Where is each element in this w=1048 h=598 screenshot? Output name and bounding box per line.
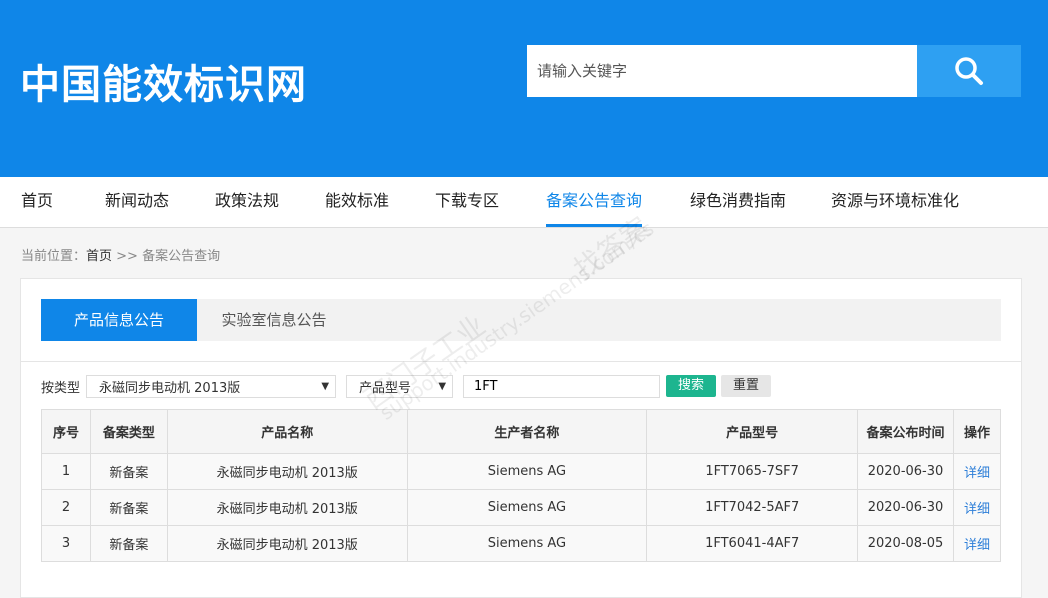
tab-lab-info[interactable]: 实验室信息公告 [197, 299, 351, 341]
table-row: 3 新备案 永磁同步电动机 2013版 Siemens AG 1FT6041-4… [41, 525, 1002, 562]
cell-date: 2020-06-30 [857, 453, 954, 490]
cell-index: 1 [41, 453, 91, 490]
cell-filing-type: 新备案 [89, 525, 168, 562]
nav-green-guide[interactable]: 绿色消费指南 [690, 177, 786, 227]
search-filter-button[interactable]: 搜索 [666, 375, 717, 397]
breadcrumb: 当前位置：首页 >> 备案公告查询 [21, 245, 220, 264]
main-nav: 首页 新闻动态 政策法规 能效标准 下载专区 备案公告查询 绿色消费指南 资源与… [0, 177, 1048, 228]
search-button[interactable] [917, 45, 1021, 97]
table-header-row: 序号 备案类型 产品名称 生产者名称 产品型号 备案公布时间 操作 [41, 409, 1002, 454]
breadcrumb-current: 备案公告查询 [142, 249, 221, 264]
nav-standards[interactable]: 能效标准 [325, 177, 389, 227]
field-select[interactable]: 产品型号 ▼ [346, 374, 454, 398]
header: 中国能效标识网 [0, 0, 1048, 177]
cell-date: 2020-08-05 [857, 525, 954, 562]
cell-date: 2020-06-30 [857, 489, 954, 526]
type-label: 按类型 [41, 380, 81, 396]
cell-action: 详细 [952, 489, 1002, 526]
cell-action: 详细 [952, 453, 1002, 490]
divider [21, 361, 1021, 362]
cell-index: 2 [41, 489, 91, 526]
breadcrumb-sep: >> [112, 249, 143, 264]
tab-bar: 产品信息公告 实验室信息公告 [41, 299, 1001, 341]
content-panel: 产品信息公告 实验室信息公告 按类型 永磁同步电动机 2013版 ▼ 产品型号 ▼ … [20, 278, 1022, 598]
detail-link[interactable]: 详细 [964, 502, 990, 517]
nav-filing-query[interactable]: 备案公告查询 [546, 177, 643, 227]
cell-filing-type: 新备案 [89, 453, 168, 490]
table-row: 2 新备案 永磁同步电动机 2013版 Siemens AG 1FT7042-5… [41, 489, 1002, 526]
cell-filing-type: 新备案 [89, 489, 168, 526]
detail-link[interactable]: 详细 [964, 538, 990, 553]
nav-home[interactable]: 首页 [21, 177, 53, 227]
col-filing-type: 备案类型 [89, 409, 168, 454]
type-select[interactable]: 永磁同步电动机 2013版 ▼ [86, 374, 337, 398]
col-index: 序号 [41, 409, 91, 454]
cell-index: 3 [41, 525, 91, 562]
col-manufacturer: 生产者名称 [406, 409, 648, 454]
detail-link[interactable]: 详细 [964, 466, 990, 481]
cell-product-name: 永磁同步电动机 2013版 [166, 525, 408, 562]
cell-manufacturer: Siemens AG [406, 453, 648, 490]
type-select-value: 永磁同步电动机 2013版 [99, 380, 241, 396]
table-row: 1 新备案 永磁同步电动机 2013版 Siemens AG 1FT7065-7… [41, 453, 1002, 490]
col-product-name: 产品名称 [166, 409, 408, 454]
cell-manufacturer: Siemens AG [406, 489, 648, 526]
col-model: 产品型号 [646, 409, 859, 454]
cell-product-name: 永磁同步电动机 2013版 [166, 453, 408, 490]
col-date: 备案公布时间 [857, 409, 954, 454]
nav-policy[interactable]: 政策法规 [215, 177, 279, 227]
breadcrumb-home[interactable]: 首页 [86, 249, 112, 264]
dropdown-arrow-icon: ▼ [438, 380, 447, 392]
results-table: 序号 备案类型 产品名称 生产者名称 产品型号 备案公布时间 操作 1 新备案 … [41, 409, 1002, 562]
search-icon [955, 57, 983, 85]
cell-model: 1FT7065-7SF7 [646, 453, 859, 490]
filter-bar: 按类型 永磁同步电动机 2013版 ▼ 产品型号 ▼ 搜索 重置 [41, 374, 772, 398]
cell-model: 1FT6041-4AF7 [646, 525, 859, 562]
search-input[interactable] [527, 45, 917, 97]
nav-news[interactable]: 新闻动态 [105, 177, 169, 227]
reset-button[interactable]: 重置 [721, 375, 772, 397]
col-action: 操作 [952, 409, 1002, 454]
cell-action: 详细 [952, 525, 1002, 562]
nav-resources[interactable]: 资源与环境标准化 [831, 177, 959, 227]
nav-downloads[interactable]: 下载专区 [435, 177, 499, 227]
field-select-value: 产品型号 [359, 380, 412, 396]
dropdown-arrow-icon: ▼ [321, 380, 330, 392]
site-logo[interactable]: 中国能效标识网 [20, 52, 307, 110]
query-input[interactable] [463, 374, 661, 398]
breadcrumb-label: 当前位置： [21, 249, 87, 264]
cell-model: 1FT7042-5AF7 [646, 489, 859, 526]
cell-manufacturer: Siemens AG [406, 525, 648, 562]
cell-product-name: 永磁同步电动机 2013版 [166, 489, 408, 526]
tab-product-info[interactable]: 产品信息公告 [41, 299, 197, 341]
